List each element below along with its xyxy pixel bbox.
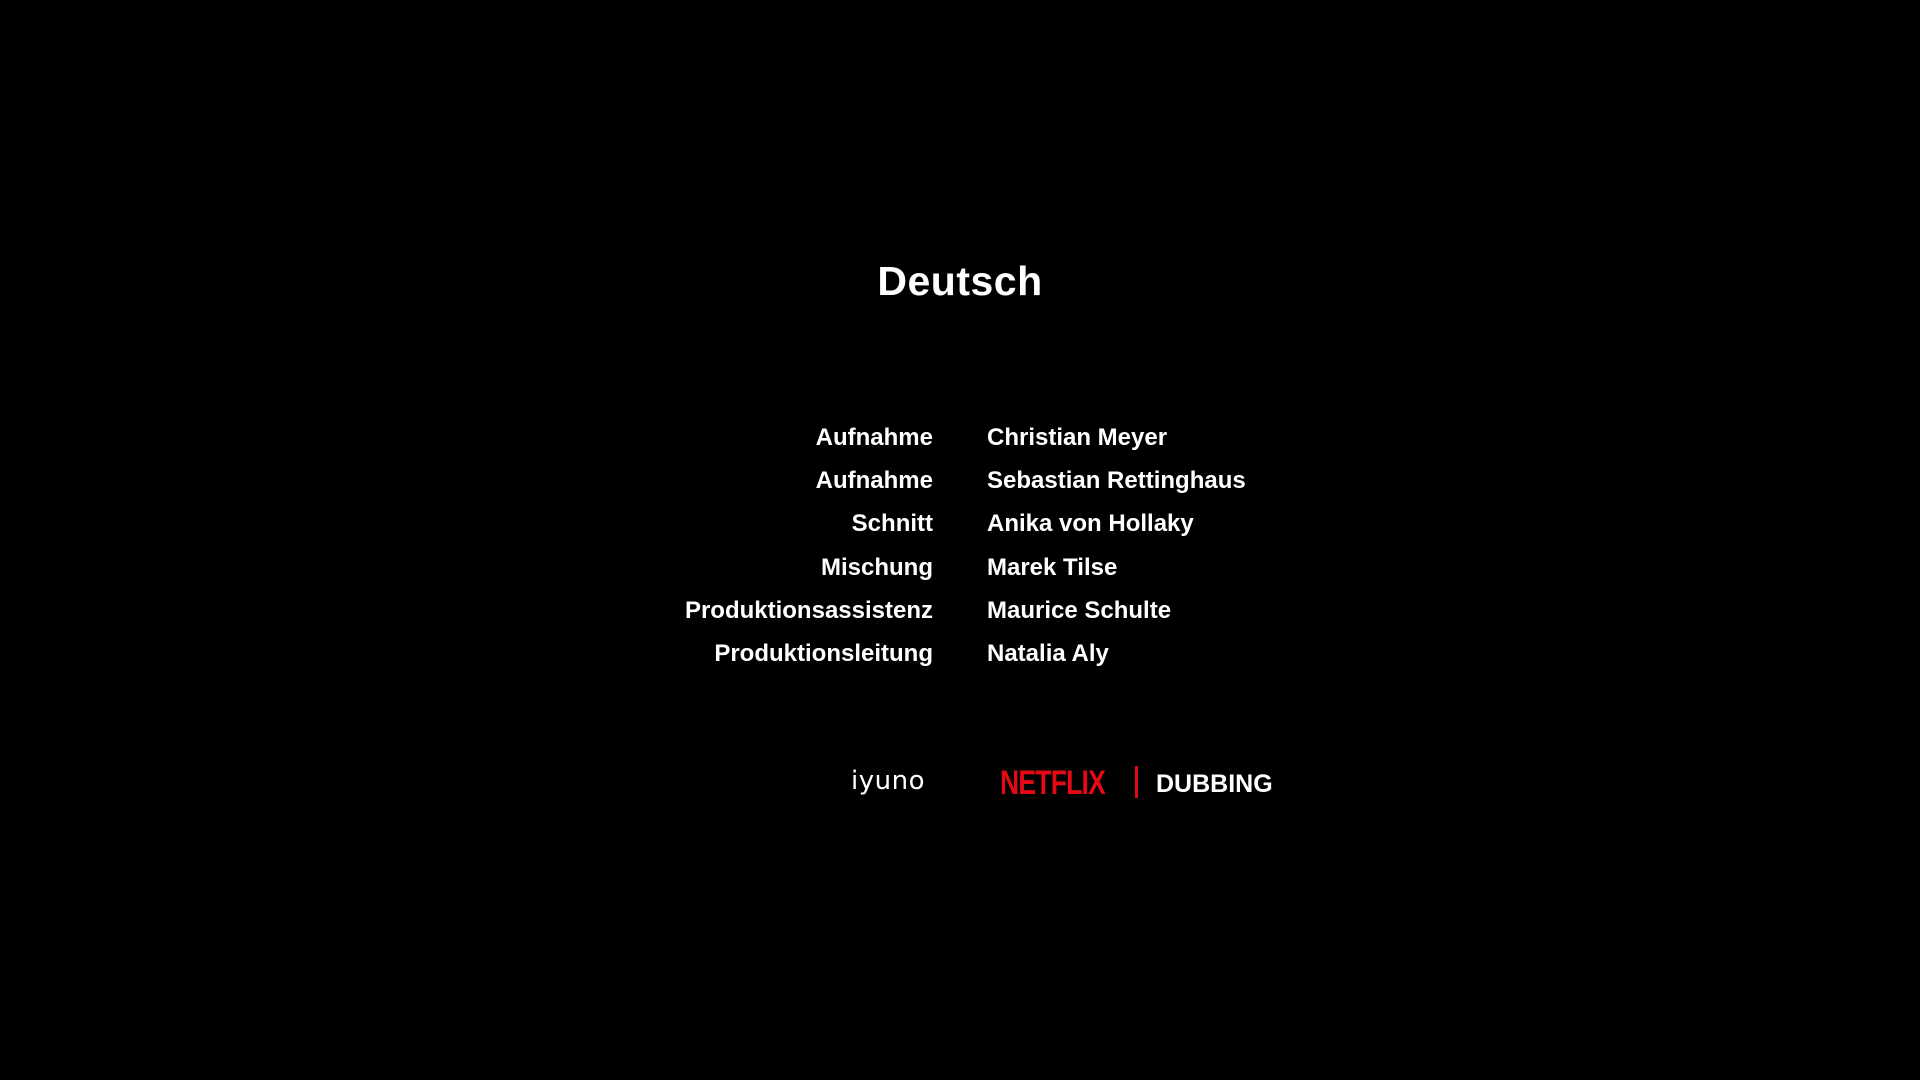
- credit-name: Christian Meyer: [987, 424, 1168, 451]
- netflix-logo: NETFLIX: [1000, 764, 1106, 802]
- credit-row: Produktionsleitung Natalia Aly: [0, 634, 1920, 677]
- credit-role: Aufnahme: [815, 424, 933, 451]
- credits-list: Aufnahme Christian Meyer Aufnahme Sebast…: [0, 418, 1920, 677]
- credit-role: Produktionsassistenz: [684, 596, 933, 624]
- credit-row: Aufnahme Sebastian Rettinghaus: [0, 461, 1920, 504]
- dubbing-label: DUBBING: [1156, 770, 1273, 798]
- credit-row: Aufnahme Christian Meyer: [0, 418, 1920, 461]
- section-title: Deutsch: [877, 258, 1043, 304]
- credit-name: Maurice Schulte: [987, 596, 1172, 624]
- iyuno-logo: iyuno: [851, 766, 925, 796]
- credit-row: Schnitt Anika von Hollaky: [0, 504, 1920, 547]
- credit-role: Mischung: [821, 553, 933, 581]
- credit-name: Sebastian Rettinghaus: [987, 467, 1246, 495]
- credit-role: Schnitt: [851, 510, 933, 538]
- credit-role: Aufnahme: [815, 467, 933, 495]
- credit-row: Mischung Marek Tilse: [0, 548, 1920, 591]
- logo-bar: iyuno NETFLIX DUBBING: [0, 760, 1920, 810]
- credit-name: Natalia Aly: [987, 639, 1109, 667]
- credit-name: Anika von Hollaky: [987, 510, 1194, 538]
- credit-role: Produktionsleitung: [714, 639, 933, 667]
- credit-name: Marek Tilse: [987, 553, 1118, 581]
- logo-divider: [1135, 766, 1138, 798]
- credit-row: Produktionsassistenz Maurice Schulte: [0, 591, 1920, 634]
